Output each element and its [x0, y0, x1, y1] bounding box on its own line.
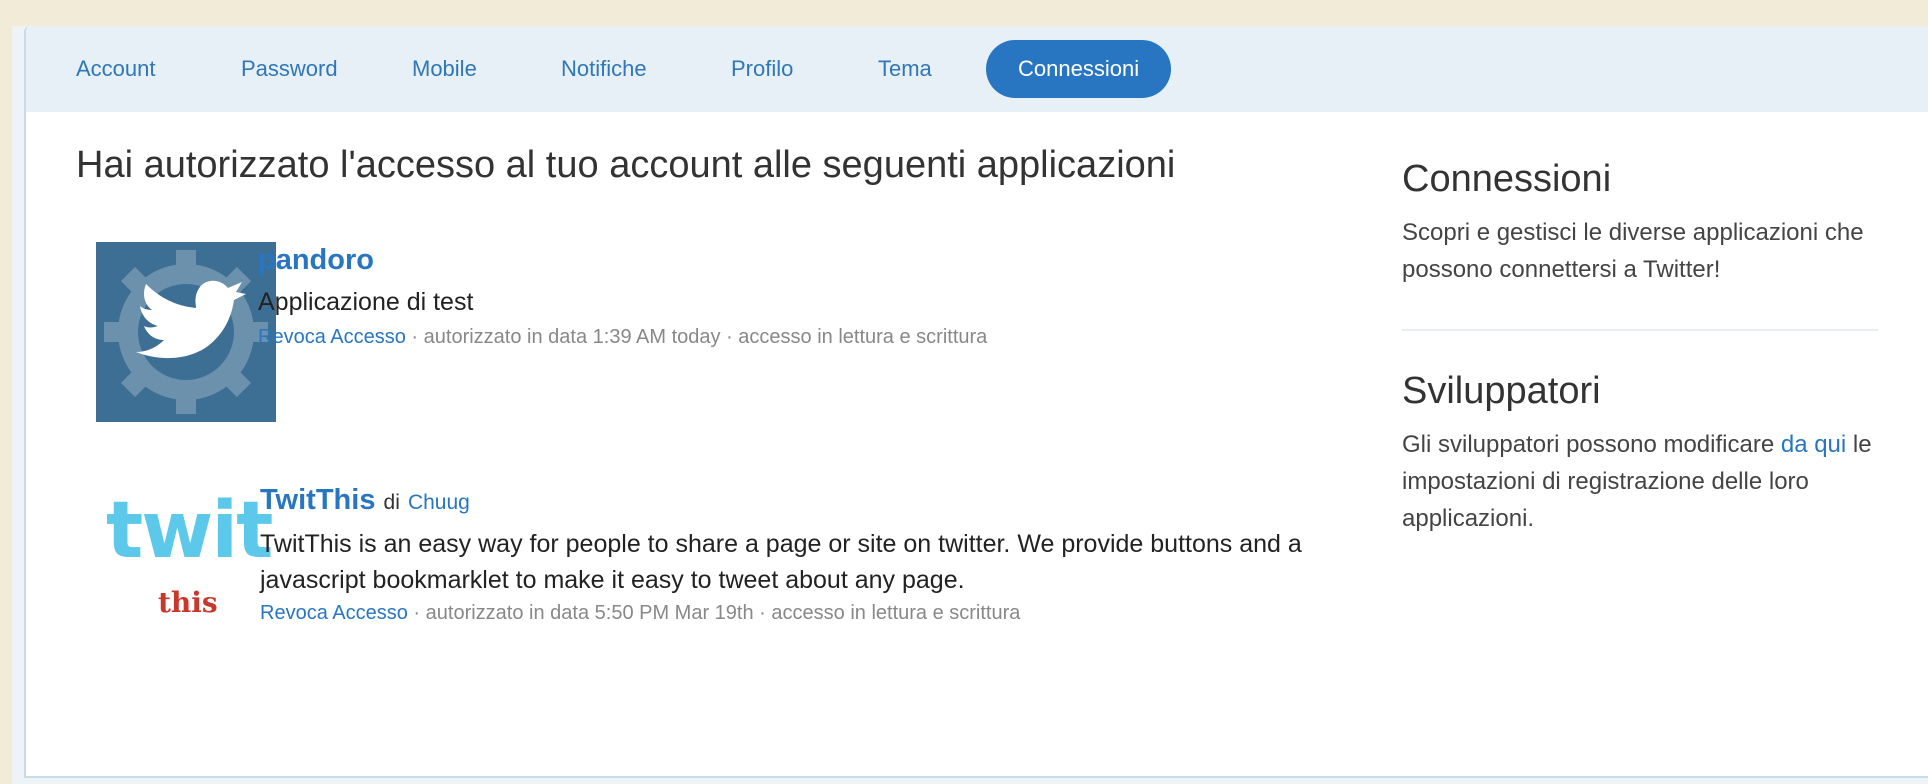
meta-separator: ·: [759, 602, 772, 624]
page-background-top: [0, 0, 1928, 26]
meta-separator: ·: [726, 326, 739, 348]
authorized-date: autorizzato in data 5:50 PM Mar 19th: [425, 602, 754, 624]
authorized-date: autorizzato in data 1:39 AM today: [423, 326, 721, 348]
app-meta: Revoca Accesso · autorizzato in data 1:3…: [258, 326, 987, 349]
app-meta: Revoca Accesso · autorizzato in data 5:5…: [260, 602, 1020, 625]
developers-link[interactable]: da qui: [1781, 431, 1846, 458]
access-level: accesso in lettura e scrittura: [738, 326, 988, 348]
app-name[interactable]: TwitThis: [260, 484, 375, 516]
twitter-bird-gear-icon: [96, 242, 276, 422]
sidebar-connections-title: Connessioni: [1402, 158, 1612, 200]
tab-notifiche[interactable]: Notifiche: [529, 40, 679, 98]
app-name-line: TwitThis di Chuug: [260, 484, 470, 517]
app-name-link[interactable]: pandoro: [258, 244, 374, 277]
page-title: Hai autorizzato l'accesso al tuo account…: [76, 144, 1176, 186]
sidebar-connections-text: Scopri e gestisci le diverse applicazion…: [1402, 219, 1864, 283]
tab-mobile[interactable]: Mobile: [380, 40, 509, 98]
page-background-left: [0, 0, 12, 784]
twitthis-logo: twit this: [96, 486, 276, 666]
tab-profilo[interactable]: Profilo: [699, 40, 825, 98]
author-link[interactable]: Chuug: [408, 491, 470, 514]
revoke-access-link[interactable]: Revoca Accesso: [260, 602, 408, 624]
by-label: di: [383, 491, 400, 514]
settings-tabs: Account Password Mobile Notifiche Profil…: [26, 26, 1928, 112]
developers-text-before: Gli sviluppatori possono modificare: [1402, 431, 1781, 458]
app-description: TwitThis is an easy way for people to sh…: [260, 530, 1302, 594]
tab-tema[interactable]: Tema: [846, 40, 964, 98]
revoke-access-link[interactable]: Revoca Accesso: [258, 326, 406, 348]
tab-connessioni[interactable]: Connessioni: [986, 40, 1172, 98]
sidebar-developers-text: Gli sviluppatori possono modificare da q…: [1402, 426, 1892, 537]
app-name[interactable]: pandoro: [258, 244, 374, 276]
meta-separator: ·: [413, 602, 426, 624]
twitthis-logo-subtext: this: [158, 586, 218, 619]
settings-panel: Account Password Mobile Notifiche Profil…: [24, 26, 1928, 778]
tab-password[interactable]: Password: [209, 40, 370, 98]
meta-separator: ·: [411, 326, 424, 348]
sidebar-developers-title: Sviluppatori: [1402, 370, 1601, 412]
tab-account[interactable]: Account: [44, 40, 188, 98]
access-level: accesso in lettura e scrittura: [771, 602, 1021, 624]
sidebar-divider: [1402, 329, 1878, 331]
twitthis-logo-text: twit: [106, 486, 273, 576]
app-description: Applicazione di test: [258, 288, 474, 316]
